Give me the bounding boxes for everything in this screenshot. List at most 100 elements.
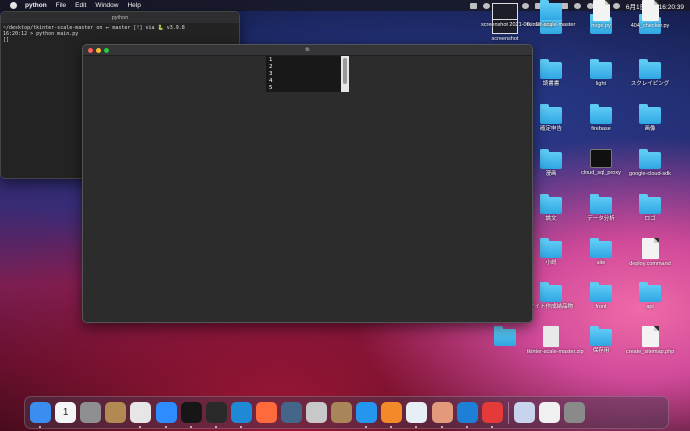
desktop-icon-label: api xyxy=(646,304,654,310)
desktop-icon[interactable]: firebase xyxy=(577,104,625,133)
dock-clock-icon[interactable] xyxy=(481,402,503,428)
minimize-button[interactable] xyxy=(96,48,101,53)
desktop-icon[interactable]: 保存用 xyxy=(577,326,625,355)
list-item[interactable]: 3 xyxy=(269,71,338,78)
dock-archive-icon[interactable] xyxy=(331,402,353,423)
terminal-titlebar[interactable]: python xyxy=(1,12,239,23)
desktop-icon[interactable]: 404_checker.py xyxy=(626,0,674,30)
zoom-button[interactable] xyxy=(104,48,109,53)
desktop-icon-label: screenshot 2021-06....03.png xyxy=(481,22,553,28)
terminal-output[interactable]: ~/desktop/tkinter-scale-master on ⭠ mast… xyxy=(1,23,239,45)
dock-zoom-icon[interactable] xyxy=(155,402,177,428)
desktop-icon[interactable]: create_sitemap.php xyxy=(626,326,674,356)
folder-icon xyxy=(639,59,661,79)
desktop-icon[interactable]: front xyxy=(577,282,625,311)
folder-icon xyxy=(540,104,562,124)
desktop-icon-label: cloud_sql_proxy xyxy=(581,170,621,176)
zip-file-icon xyxy=(543,326,559,347)
folder-icon xyxy=(639,149,661,169)
scrollbar-thumb[interactable] xyxy=(343,58,347,84)
dock-terminal-icon[interactable] xyxy=(205,402,227,428)
desktop-icon[interactable]: tkinter-scale-master xyxy=(527,0,575,29)
folder-icon xyxy=(590,326,612,346)
dock-arduino-icon[interactable] xyxy=(456,402,478,428)
dock-safari-icon[interactable] xyxy=(255,402,277,423)
folder-icon xyxy=(590,282,612,302)
folder-icon xyxy=(639,282,661,302)
dock-sequel-icon[interactable] xyxy=(306,402,328,423)
menu-edit[interactable]: Edit xyxy=(75,2,86,9)
desktop-icon[interactable]: 論文 xyxy=(527,194,575,223)
dock-keychain-icon[interactable] xyxy=(105,402,127,423)
terminal-title: python xyxy=(111,14,129,21)
dock-iterm-icon[interactable] xyxy=(180,402,202,428)
desktop-icon-label: データ分析 xyxy=(587,216,615,222)
dock-chrome-icon[interactable] xyxy=(130,402,152,428)
menu-help[interactable]: Help xyxy=(127,2,140,9)
desktop-icon[interactable]: site xyxy=(577,238,625,267)
dock-docker-icon[interactable] xyxy=(356,402,378,428)
folder-icon xyxy=(540,238,562,258)
desktop-icon[interactable]: 漫画 xyxy=(527,149,575,178)
desktop-icon[interactable]: データ分析 xyxy=(577,194,625,223)
cloud-icon[interactable] xyxy=(469,2,477,9)
desktop-icon-label: tkinter-scale-master xyxy=(527,22,576,28)
terminal-line: [] xyxy=(3,37,10,43)
folder-icon xyxy=(540,282,562,302)
desktop-icon[interactable]: light xyxy=(577,59,625,88)
folder-icon xyxy=(639,104,661,124)
desktop-icon[interactable]: tkinter-scale-master.zip xyxy=(527,326,584,356)
dock-trash-icon[interactable] xyxy=(564,402,586,423)
apple-icon[interactable] xyxy=(10,2,17,9)
dock-postgres-icon[interactable] xyxy=(406,402,428,428)
desktop-icon[interactable]: 読書書 xyxy=(527,59,575,88)
desktop-icon[interactable]: 画像 xyxy=(626,104,674,133)
desktop-icon[interactable]: 確定申告 xyxy=(527,104,575,133)
list-item[interactable]: 4 xyxy=(269,78,338,85)
desktop-icon[interactable]: cloud_sql_proxy xyxy=(577,149,625,177)
desktop-icon-label: 漫画 xyxy=(545,171,557,177)
desktop-icon[interactable]: api xyxy=(626,282,674,311)
document-icon xyxy=(641,238,659,259)
folder-icon xyxy=(639,194,661,214)
menu-file[interactable]: File xyxy=(56,2,66,9)
list-item[interactable]: 1 xyxy=(269,57,338,64)
desktop-icon-label: 保存用 xyxy=(592,348,610,354)
dock-system-preferences-icon[interactable] xyxy=(80,402,102,423)
desktop-icon-label: 小説 xyxy=(545,260,557,266)
dock-vscode-icon[interactable] xyxy=(230,402,252,428)
document-icon xyxy=(641,0,659,21)
dock: 1 xyxy=(24,396,669,429)
desktop-icon[interactable]: google-cloud-sdk xyxy=(626,149,674,178)
desktop-icon[interactable]: 小説 xyxy=(527,238,575,267)
desktop-icon[interactable] xyxy=(481,326,529,348)
desktop-icon-label: 画像 xyxy=(644,126,656,132)
desktop-icon[interactable]: スクレイピング xyxy=(626,59,674,88)
list-item[interactable]: 2 xyxy=(269,64,338,71)
desktop-icon-label: 読書書 xyxy=(542,81,560,87)
dock-finder-icon[interactable] xyxy=(30,402,52,428)
tk-titlebar[interactable]: tk xyxy=(83,45,532,56)
desktop-icon-label: 論文 xyxy=(545,216,557,222)
dock-photo-viewer-icon[interactable] xyxy=(513,402,535,423)
desktop-icon[interactable]: ロゴ xyxy=(626,194,674,223)
desktop-icon[interactable]: hoge.py xyxy=(577,0,625,30)
dock-document-icon[interactable] xyxy=(538,402,560,423)
menu-window[interactable]: Window xyxy=(95,2,118,9)
folder-icon xyxy=(540,0,562,20)
dock-sourcetree-icon[interactable] xyxy=(381,402,403,428)
desktop-icon[interactable]: deploy.command xyxy=(626,238,674,268)
desktop-icon[interactable]: サイト作成納品物 xyxy=(527,282,575,311)
dock-preview-icon[interactable] xyxy=(431,402,453,428)
menu-app-name[interactable]: python xyxy=(25,2,47,9)
listbox-scrollbar[interactable] xyxy=(341,56,349,92)
list-item[interactable]: 5 xyxy=(269,85,338,92)
desktop-icon[interactable]: screenshot 2021-06....03.png xyxy=(481,0,553,29)
close-button[interactable] xyxy=(88,48,93,53)
dock-quicktime-icon[interactable] xyxy=(280,402,302,423)
tk-window[interactable]: tk 1 2 3 4 5 xyxy=(82,44,533,323)
listbox[interactable]: 1 2 3 4 5 xyxy=(266,56,341,92)
calendar-day: 1 xyxy=(62,407,69,418)
desktop-icon-label: deploy.command xyxy=(629,261,671,267)
dock-calendar-icon[interactable]: 1 xyxy=(55,402,77,423)
